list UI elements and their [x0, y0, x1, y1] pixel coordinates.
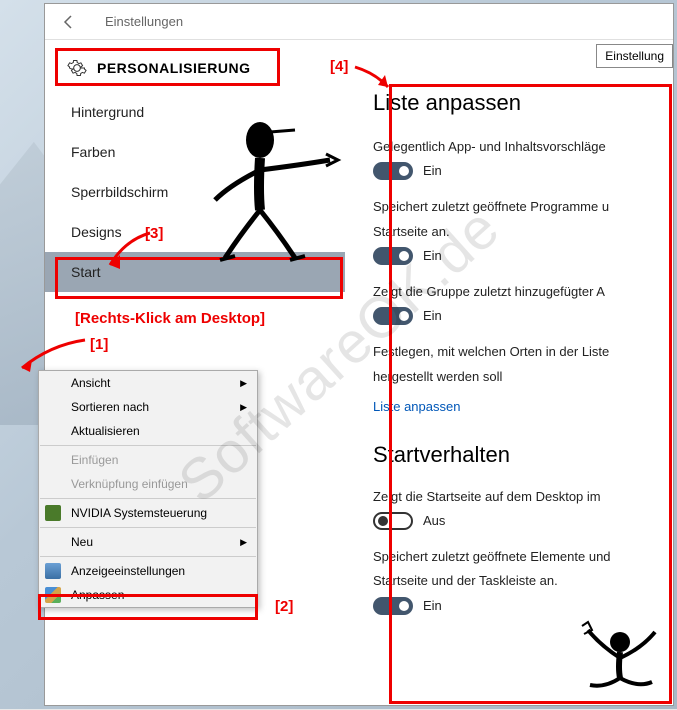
- desktop-context-menu: Ansicht▶ Sortieren nach▶ Aktualisieren E…: [38, 370, 258, 608]
- setting-label: Zeigt die Gruppe zuletzt hinzugefügter A: [373, 283, 673, 301]
- ctx-neu[interactable]: Neu▶: [39, 530, 257, 554]
- nav-sperrbildschirm[interactable]: Sperrbildschirm: [45, 172, 345, 212]
- separator: [40, 527, 256, 528]
- toggle-state: Ein: [423, 307, 442, 325]
- setting-label: hergestellt werden soll: [373, 368, 673, 386]
- toggle-state: Ein: [423, 247, 442, 265]
- section-title: PERSONALISIERUNG: [97, 60, 250, 76]
- ctx-einfuegen: Einfügen: [39, 448, 257, 472]
- window-title: Einstellungen: [105, 14, 183, 29]
- personalize-icon: [45, 587, 61, 603]
- chevron-right-icon: ▶: [240, 378, 247, 389]
- heading-startverhalten: Startverhalten: [373, 442, 673, 468]
- setting-label: Gelegentlich App- und Inhaltsvorschläge: [373, 138, 673, 156]
- toggle-suggestions[interactable]: [373, 162, 413, 180]
- toggle-recent-group[interactable]: [373, 307, 413, 325]
- ctx-ansicht[interactable]: Ansicht▶: [39, 371, 257, 395]
- gear-icon: [67, 58, 87, 78]
- separator: [40, 445, 256, 446]
- ctx-anzeige[interactable]: Anzeigeeinstellungen: [39, 559, 257, 583]
- separator: [40, 556, 256, 557]
- back-button[interactable]: [57, 10, 81, 34]
- setting-label: Speichert zuletzt geöffnete Elemente und: [373, 548, 673, 566]
- setting-label: Startseite und der Taskleiste an.: [373, 572, 673, 590]
- title-tag: Einstellung: [596, 44, 673, 68]
- setting-label: Speichert zuletzt geöffnete Programme u: [373, 198, 673, 216]
- toggle-state: Aus: [423, 512, 445, 530]
- toggle-state: Ein: [423, 162, 442, 180]
- ctx-nvidia[interactable]: NVIDIA Systemsteuerung: [39, 501, 257, 525]
- setting-label: Zeigt die Startseite auf dem Desktop im: [373, 488, 673, 506]
- ctx-aktualisieren[interactable]: Aktualisieren: [39, 419, 257, 443]
- nav-start[interactable]: Start: [45, 252, 345, 292]
- main-panel: Liste anpassen Gelegentlich App- und Inh…: [345, 40, 673, 705]
- toggle-state: Ein: [423, 597, 442, 615]
- nav-designs[interactable]: Designs: [45, 212, 345, 252]
- nav-hintergrund[interactable]: Hintergrund: [45, 92, 345, 132]
- ctx-verknuepfung: Verknüpfung einfügen: [39, 472, 257, 496]
- heading-liste: Liste anpassen: [373, 90, 673, 116]
- ctx-sortieren[interactable]: Sortieren nach▶: [39, 395, 257, 419]
- toggle-recent-items[interactable]: [373, 597, 413, 615]
- toggle-start-desktop[interactable]: [373, 512, 413, 530]
- titlebar: Einstellungen: [45, 4, 673, 40]
- ctx-anpassen[interactable]: Anpassen: [39, 583, 257, 607]
- nav-farben[interactable]: Farben: [45, 132, 345, 172]
- chevron-right-icon: ▶: [240, 402, 247, 413]
- setting-label: Festlegen, mit welchen Orten in der List…: [373, 343, 673, 361]
- toggle-recent-programs[interactable]: [373, 247, 413, 265]
- section-header: PERSONALISIERUNG: [45, 50, 345, 92]
- setting-label: Startseite an.: [373, 223, 673, 241]
- chevron-right-icon: ▶: [240, 537, 247, 548]
- arrow-left-icon: [60, 13, 78, 31]
- separator: [40, 498, 256, 499]
- display-icon: [45, 563, 61, 579]
- link-liste-anpassen[interactable]: Liste anpassen: [373, 398, 460, 416]
- nvidia-icon: [45, 505, 61, 521]
